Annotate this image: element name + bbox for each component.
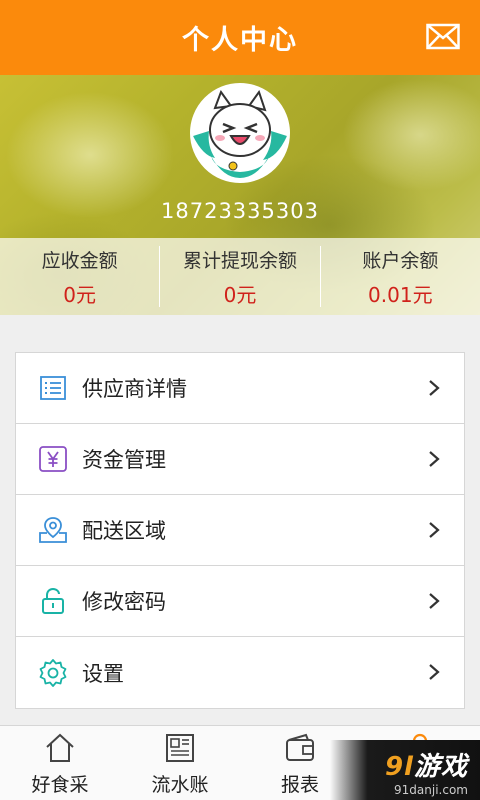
chevron-right-icon (429, 380, 440, 396)
watermark-logo: 9l游戏 91danji.com (330, 740, 480, 800)
menu-item-change-password[interactable]: 修改密码 (16, 566, 464, 637)
location-icon (38, 515, 68, 545)
newspaper-icon (166, 734, 194, 762)
stat-withdrawn[interactable]: 累计提现余额 0元 (160, 238, 319, 315)
page-title: 个人中心 (182, 25, 298, 56)
chevron-right-icon (429, 451, 440, 467)
wallet-icon (286, 733, 314, 761)
tab-label: 流水账 (151, 774, 209, 796)
tab-ledger[interactable]: 流水账 (120, 726, 240, 800)
menu-item-label: 配送区域 (82, 519, 166, 543)
chevron-right-icon (429, 522, 440, 538)
balance-stats: 应收金额 0元 累计提现余额 0元 账户余额 0.01元 (0, 238, 480, 315)
menu-item-label: 设置 (82, 661, 124, 686)
watermark-url: 91danji.com (394, 783, 468, 797)
settings-menu: 供应商详情 资金管理 配送区域 修改密码 设置 (15, 352, 465, 709)
stat-value: 0元 (63, 282, 97, 307)
menu-item-label: 资金管理 (82, 448, 166, 472)
gear-icon (38, 658, 68, 688)
chevron-right-icon (429, 664, 440, 680)
cat-avatar-icon (193, 86, 287, 180)
tab-label: 报表 (280, 774, 319, 796)
menu-item-label: 供应商详情 (82, 377, 187, 401)
lock-icon (38, 586, 68, 616)
yen-icon (38, 444, 68, 474)
list-icon (38, 373, 68, 403)
stat-label: 应收金额 (41, 249, 118, 272)
tab-home[interactable]: 好食采 (0, 726, 120, 800)
stat-receivable[interactable]: 应收金额 0元 (0, 238, 159, 315)
menu-item-supplier-details[interactable]: 供应商详情 (16, 353, 464, 424)
mail-icon[interactable] (426, 23, 460, 51)
stat-label: 累计提现余额 (182, 249, 297, 272)
chevron-right-icon (429, 593, 440, 609)
stat-value: 0元 (223, 282, 257, 307)
home-icon (46, 733, 74, 762)
menu-item-fund-management[interactable]: 资金管理 (16, 424, 464, 495)
stat-label: 账户余额 (362, 249, 439, 272)
menu-item-settings[interactable]: 设置 (16, 637, 464, 708)
profile-banner: 18723335303 应收金额 0元 累计提现余额 0元 账户余额 0.01元 (0, 75, 480, 315)
stat-balance[interactable]: 账户余额 0.01元 (321, 238, 480, 315)
tab-label: 好食采 (31, 774, 89, 796)
avatar[interactable] (190, 83, 290, 183)
stat-value: 0.01元 (368, 282, 433, 307)
menu-item-delivery-area[interactable]: 配送区域 (16, 495, 464, 566)
menu-item-label: 修改密码 (82, 590, 166, 614)
app-header: 个人中心 (0, 0, 480, 75)
watermark-title: 9l游戏 (384, 752, 468, 782)
phone-number: 18723335303 (161, 199, 319, 223)
